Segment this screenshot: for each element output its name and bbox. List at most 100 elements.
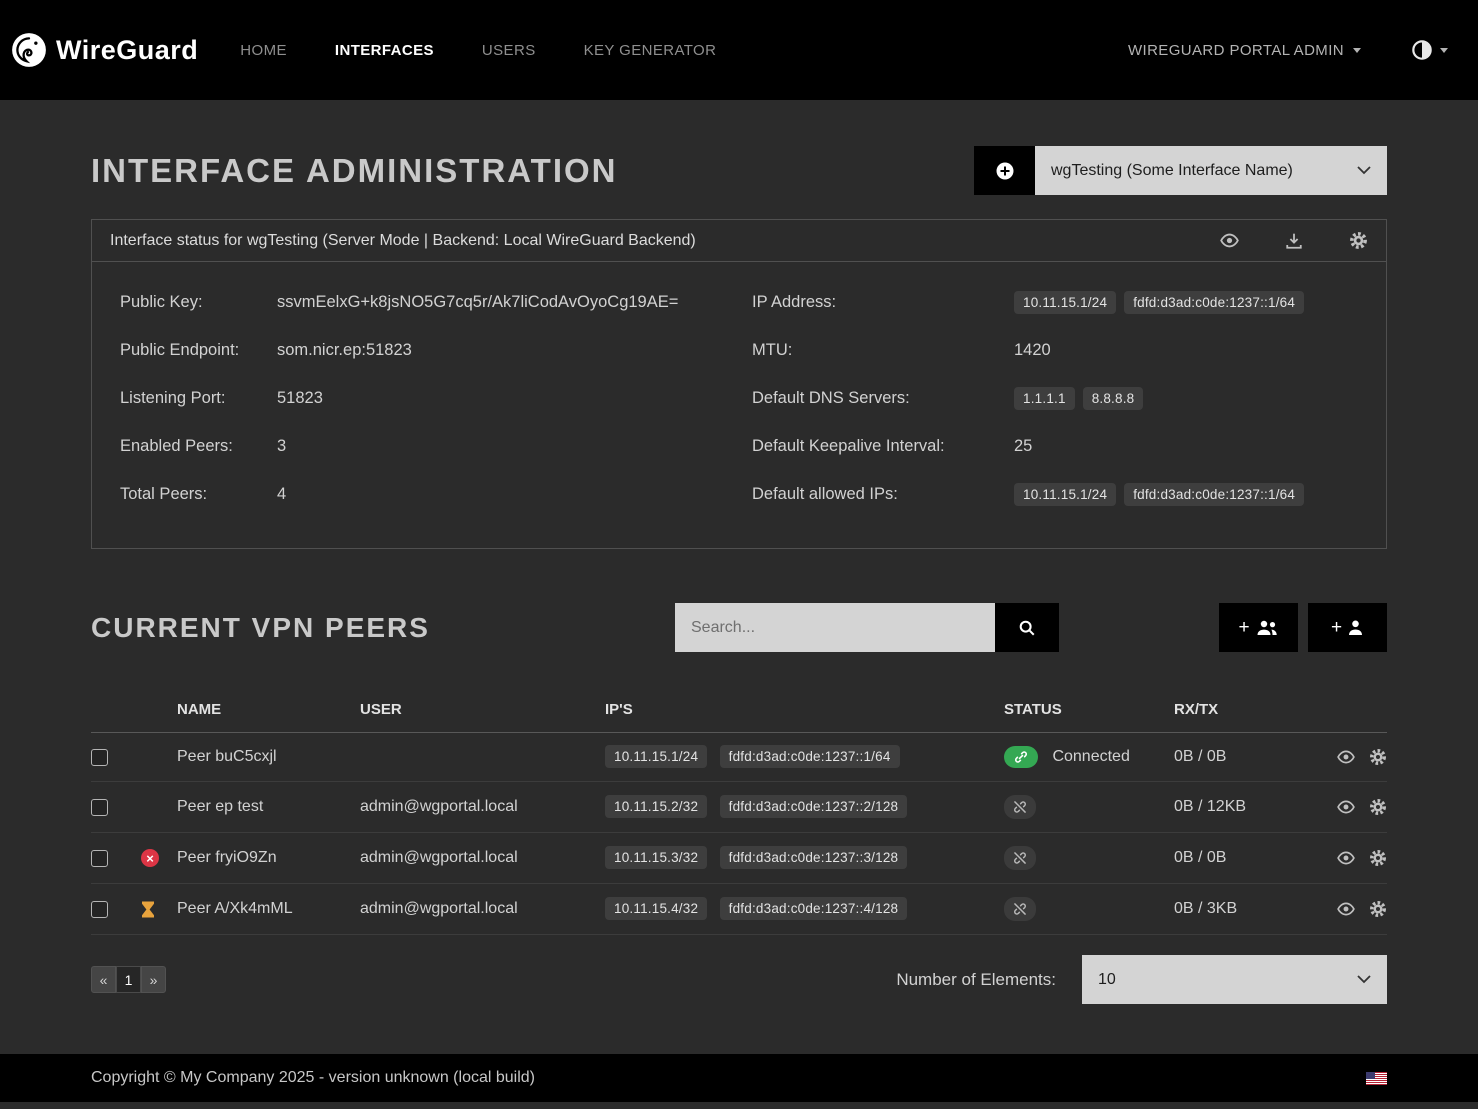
nav-item-home[interactable]: HOME bbox=[240, 42, 287, 59]
gear-icon bbox=[1369, 900, 1387, 918]
peer-search-button[interactable] bbox=[995, 603, 1059, 652]
view-peer-button[interactable] bbox=[1337, 900, 1355, 918]
pagination-next-button[interactable]: » bbox=[141, 966, 166, 993]
peer-row: Peer A/Xk4mML admin@wgportal.local 10.11… bbox=[91, 884, 1387, 935]
peer-settings-button[interactable] bbox=[1369, 849, 1387, 867]
eye-icon bbox=[1337, 849, 1355, 867]
column-status: STATUS bbox=[1004, 686, 1174, 733]
page-size-select[interactable]: 10 bbox=[1082, 955, 1387, 1004]
pagination-current-page[interactable]: 1 bbox=[116, 966, 141, 993]
chevron-down-icon bbox=[1357, 166, 1371, 175]
view-peer-button[interactable] bbox=[1337, 798, 1355, 816]
peer-name: Peer fryiO9Zn bbox=[177, 833, 360, 884]
column-user: USER bbox=[360, 686, 605, 733]
add-interface-button[interactable] bbox=[974, 146, 1035, 195]
peer-name: Peer A/Xk4mML bbox=[177, 884, 360, 935]
field-value: ssvmEelxG+k8jsNO5G7cq5r/Ak7liCodAvOyoCg1… bbox=[277, 293, 678, 312]
peer-settings-button[interactable] bbox=[1369, 748, 1387, 766]
x-glyph: × bbox=[146, 852, 154, 865]
nav-item-interfaces[interactable]: INTERFACES bbox=[335, 42, 434, 59]
peer-search-input[interactable] bbox=[675, 603, 995, 652]
chevron-down-icon bbox=[1353, 48, 1361, 53]
ip-badge: fdfd:d3ad:c0de:1237::1/64 bbox=[1124, 483, 1304, 506]
interface-fields-right: IP Address: 10.11.15.1/24 fdfd:d3ad:c0de… bbox=[752, 278, 1358, 518]
chevron-down-icon bbox=[1357, 975, 1371, 984]
column-ips: IP'S bbox=[605, 686, 1004, 733]
field-label: Default allowed IPs: bbox=[752, 485, 1014, 504]
user-menu-dropdown[interactable]: WIREGUARD PORTAL ADMIN bbox=[1128, 42, 1361, 59]
theme-toggle-dropdown[interactable] bbox=[1411, 39, 1448, 61]
peer-ip-badge: fdfd:d3ad:c0de:1237::4/128 bbox=[720, 897, 908, 920]
field-allowed-ips: Default allowed IPs: 10.11.15.1/24 fdfd:… bbox=[752, 470, 1358, 518]
field-value: 4 bbox=[277, 485, 286, 504]
peer-checkbox[interactable] bbox=[91, 850, 108, 867]
pagination-prev-button[interactable]: « bbox=[91, 966, 116, 993]
peers-header-row: CURRENT VPN PEERS + bbox=[91, 603, 1387, 652]
status-offline-badge bbox=[1004, 795, 1036, 819]
field-label: IP Address: bbox=[752, 293, 1014, 312]
wireguard-logo-icon bbox=[10, 31, 48, 69]
gear-icon bbox=[1369, 849, 1387, 867]
interface-card-title: Interface status for wgTesting (Server M… bbox=[110, 232, 696, 250]
page-size-value: 10 bbox=[1098, 971, 1116, 989]
language-us-flag-icon[interactable] bbox=[1366, 1072, 1387, 1085]
peer-pending-hourglass-icon bbox=[141, 901, 177, 918]
download-config-button[interactable] bbox=[1285, 232, 1303, 250]
view-peer-button[interactable] bbox=[1337, 849, 1355, 867]
peer-checkbox[interactable] bbox=[91, 749, 108, 766]
interface-select[interactable]: wgTesting (Some Interface Name) bbox=[1035, 146, 1387, 195]
top-navbar: WireGuard HOME INTERFACES USERS KEY GENE… bbox=[0, 0, 1478, 100]
view-peer-button[interactable] bbox=[1337, 748, 1355, 766]
add-peer-button[interactable]: + bbox=[1308, 603, 1387, 652]
navbar-right: WIREGUARD PORTAL ADMIN bbox=[1128, 39, 1448, 61]
peer-search-group bbox=[675, 603, 1059, 652]
theme-half-circle-icon bbox=[1411, 39, 1433, 61]
view-config-button[interactable] bbox=[1220, 231, 1239, 250]
interface-select-value: wgTesting (Some Interface Name) bbox=[1051, 162, 1293, 180]
peer-ip-badge: 10.11.15.1/24 bbox=[605, 745, 707, 768]
plus-icon: + bbox=[1238, 617, 1249, 639]
flag-column bbox=[141, 686, 177, 733]
field-value: 1420 bbox=[1014, 341, 1051, 360]
page-footer: Copyright © My Company 2025 - version un… bbox=[0, 1054, 1478, 1102]
field-value: som.nicr.ep:51823 bbox=[277, 341, 412, 360]
wireguard-logo[interactable]: WireGuard bbox=[10, 31, 198, 69]
peer-checkbox[interactable] bbox=[91, 901, 108, 918]
field-keepalive: Default Keepalive Interval: 25 bbox=[752, 422, 1358, 470]
eye-icon bbox=[1337, 748, 1355, 766]
peers-section-title: CURRENT VPN PEERS bbox=[91, 612, 430, 644]
peer-user bbox=[360, 733, 605, 782]
eye-icon bbox=[1337, 798, 1355, 816]
nav-item-users[interactable]: USERS bbox=[482, 42, 536, 59]
add-multiple-peers-button[interactable]: + bbox=[1219, 603, 1298, 652]
field-value: 3 bbox=[277, 437, 286, 456]
pagination: « 1 » bbox=[91, 966, 166, 993]
copyright-text: Copyright © My Company 2025 - version un… bbox=[91, 1069, 535, 1087]
peer-settings-button[interactable] bbox=[1369, 798, 1387, 816]
field-enabled-peers: Enabled Peers: 3 bbox=[120, 422, 726, 470]
peer-row: Peer buC5cxjl 10.11.15.1/24 fdfd:d3ad:c0… bbox=[91, 733, 1387, 782]
download-icon bbox=[1285, 232, 1303, 250]
peer-rxtx: 0B / 0B bbox=[1174, 833, 1311, 884]
ip-badge: 10.11.15.1/24 bbox=[1014, 291, 1116, 314]
peer-ip-badge: 10.11.15.4/32 bbox=[605, 897, 707, 920]
dns-badge: 8.8.8.8 bbox=[1083, 387, 1144, 410]
peer-settings-button[interactable] bbox=[1369, 900, 1387, 918]
eye-icon bbox=[1337, 900, 1355, 918]
gear-icon bbox=[1349, 231, 1368, 250]
peer-row: Peer ep test admin@wgportal.local 10.11.… bbox=[91, 782, 1387, 833]
peer-checkbox[interactable] bbox=[91, 799, 108, 816]
search-icon bbox=[1018, 619, 1036, 637]
nav-item-key-generator[interactable]: KEY GENERATOR bbox=[584, 42, 717, 59]
field-public-key: Public Key: ssvmEelxG+k8jsNO5G7cq5r/Ak7l… bbox=[120, 278, 726, 326]
field-value: 51823 bbox=[277, 389, 323, 408]
link-slash-icon bbox=[1013, 800, 1027, 814]
peer-expired-icon: × bbox=[141, 849, 159, 867]
interface-card-actions bbox=[1220, 231, 1368, 250]
page-title: INTERFACE ADMINISTRATION bbox=[91, 152, 617, 190]
peer-user: admin@wgportal.local bbox=[360, 884, 605, 935]
link-slash-icon bbox=[1013, 851, 1027, 865]
interface-settings-button[interactable] bbox=[1349, 231, 1368, 250]
peer-user: admin@wgportal.local bbox=[360, 833, 605, 884]
eye-icon bbox=[1220, 231, 1239, 250]
